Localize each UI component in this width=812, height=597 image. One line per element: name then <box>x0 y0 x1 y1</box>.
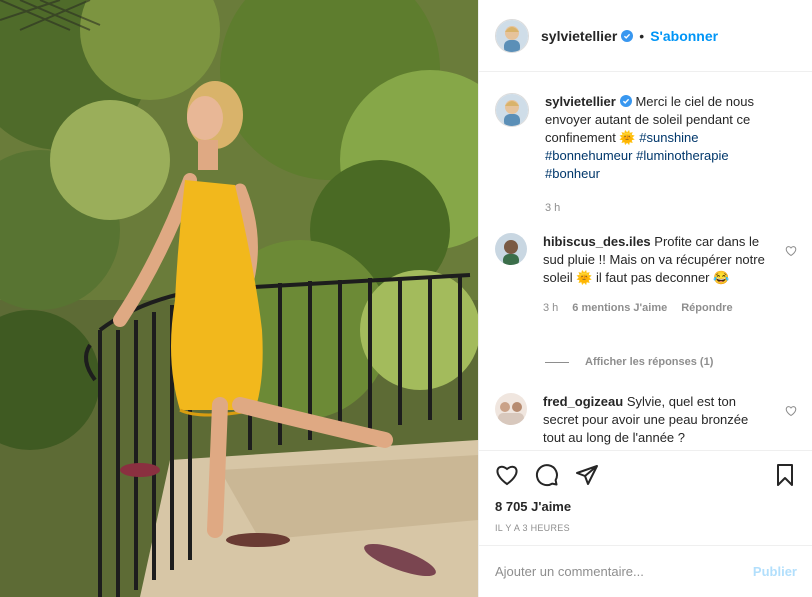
post-timestamp[interactable]: IL Y A 3 HEURES <box>495 523 570 533</box>
add-comment-input[interactable] <box>495 564 753 579</box>
follow-button[interactable]: S'abonner <box>650 28 718 44</box>
share-icon[interactable] <box>575 463 599 487</box>
bookmark-icon[interactable] <box>773 463 797 487</box>
commenter-avatar[interactable] <box>495 233 527 265</box>
comment-icon[interactable] <box>535 463 559 487</box>
reply-button[interactable]: Répondre <box>681 299 732 317</box>
caption-author-avatar[interactable] <box>495 93 529 127</box>
author-avatar[interactable] <box>495 18 529 53</box>
post-image <box>0 0 478 597</box>
caption-text: sylvietellier Merci le ciel de nous envo… <box>545 93 771 217</box>
comment: hibiscus_des.iles Profite car dans le su… <box>495 233 797 317</box>
view-replies-label: Afficher les réponses (1) <box>585 356 714 368</box>
comment-text: hibiscus_des.iles Profite car dans le su… <box>543 233 769 317</box>
comment-likes[interactable]: 6 mentions J'aime <box>572 299 667 317</box>
likes-count[interactable]: 8 705 J'aime <box>495 499 571 514</box>
commenter-username[interactable]: hibiscus_des.iles <box>543 234 651 249</box>
post-side-panel: sylvietellier • S'abonner sylvietellier … <box>478 0 812 597</box>
hashtag-luminotherapie[interactable]: #luminotherapie <box>636 148 729 163</box>
comment-meta: 3 h 6 mentions J'aime Répondre <box>543 299 769 317</box>
verified-badge-icon <box>619 95 632 107</box>
comment-time[interactable]: 3 h <box>543 299 558 317</box>
caption-meta: 3 h <box>545 199 771 217</box>
comment-like-heart-icon[interactable] <box>785 405 797 417</box>
comment-text: fred_ogizeau Sylvie, quel est ton secret… <box>543 393 769 447</box>
caption: sylvietellier Merci le ciel de nous envo… <box>495 93 797 217</box>
post-header: sylvietellier • S'abonner <box>479 0 812 72</box>
comment: fred_ogizeau Sylvie, quel est ton secret… <box>495 393 797 447</box>
instagram-post-modal: sylvietellier • S'abonner sylvietellier … <box>0 0 812 597</box>
heart-icon[interactable] <box>495 463 519 487</box>
publish-button[interactable]: Publier <box>753 564 797 579</box>
comment-like-heart-icon[interactable] <box>785 245 797 257</box>
caption-time[interactable]: 3 h <box>545 199 560 217</box>
commenter-avatar[interactable] <box>495 393 527 425</box>
hashtag-bonheur[interactable]: #bonheur <box>545 166 600 181</box>
post-actions: 8 705 J'aime IL Y A 3 HEURES <box>479 450 812 545</box>
caption-username[interactable]: sylvietellier <box>545 94 616 109</box>
post-photo[interactable] <box>0 0 478 597</box>
hashtag-bonnehumeur[interactable]: #bonnehumeur <box>545 148 632 163</box>
author-username[interactable]: sylvietellier <box>541 28 617 44</box>
comments-list[interactable]: sylvietellier Merci le ciel de nous envo… <box>479 73 812 450</box>
view-replies-button[interactable]: Afficher les réponses (1) <box>545 356 713 368</box>
commenter-username[interactable]: fred_ogizeau <box>543 394 623 409</box>
add-comment-bar: Publier <box>479 545 812 597</box>
verified-badge-icon <box>621 29 634 42</box>
hashtag-sunshine[interactable]: #sunshine <box>639 130 698 145</box>
separator-dot: • <box>639 27 645 44</box>
replies-line <box>545 361 569 363</box>
